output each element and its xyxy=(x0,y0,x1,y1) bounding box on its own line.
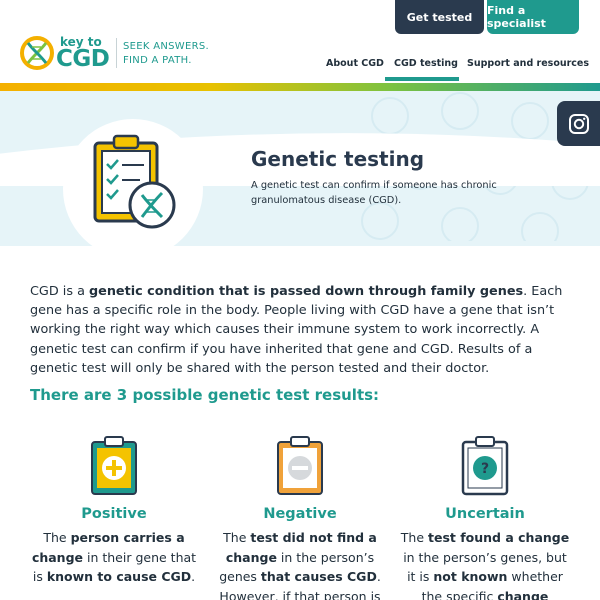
result-positive: Positive The person carries a change in … xyxy=(29,436,199,587)
logo-text-cgd: CGD xyxy=(56,46,110,72)
tagline: SEEK ANSWERS. FIND A PATH. xyxy=(123,40,209,68)
instagram-button[interactable] xyxy=(557,101,600,146)
result-description: The test did not find a change in the pe… xyxy=(215,528,385,600)
find-specialist-button[interactable]: Find a specialist xyxy=(487,0,579,34)
desc-part: The xyxy=(43,530,71,545)
tagline-line1: SEEK ANSWERS. xyxy=(123,41,209,52)
question-clipboard-icon: ? xyxy=(461,436,509,496)
desc-part: . xyxy=(191,569,196,584)
instagram-icon xyxy=(568,113,589,134)
desc-bold: test found a change xyxy=(428,530,570,545)
desc-bold: not known xyxy=(433,569,508,584)
nav-about-cgd[interactable]: About CGD xyxy=(326,58,384,69)
result-uncertain: ? Uncertain The test found a change in t… xyxy=(400,436,570,600)
page-subtitle: A genetic test can confirm if someone ha… xyxy=(251,180,497,206)
results-heading: There are 3 possible genetic test result… xyxy=(30,386,380,404)
intro-text-1: CGD is a xyxy=(30,284,89,299)
svg-text:?: ? xyxy=(481,461,489,477)
gradient-bar xyxy=(0,83,600,91)
nav-support-resources[interactable]: Support and resources xyxy=(467,58,589,69)
result-description: The person carries a change in their gen… xyxy=(29,528,199,587)
desc-part: The xyxy=(400,530,429,545)
page-title: Genetic testing xyxy=(251,147,425,171)
nav-cgd-testing[interactable]: CGD testing xyxy=(394,58,458,69)
desc-bold: that causes CGD xyxy=(260,569,377,584)
result-negative: Negative The test did not find a change … xyxy=(215,436,385,600)
result-title: Positive xyxy=(81,506,147,522)
desc-bold: known to cause CGD xyxy=(46,569,192,584)
clipboard-dna-icon xyxy=(93,134,176,229)
tagline-line2: FIND A PATH. xyxy=(123,55,192,66)
result-title: Negative xyxy=(263,506,337,522)
get-tested-button[interactable]: Get tested xyxy=(395,0,484,34)
plus-clipboard-icon xyxy=(91,436,137,495)
intro-paragraph: CGD is a genetic condition that is passe… xyxy=(30,282,570,378)
result-title: Uncertain xyxy=(445,506,525,522)
intro-text-bold: genetic condition that is passed down th… xyxy=(88,284,524,299)
desc-part: The xyxy=(223,530,251,545)
result-description: The test found a change in the person’s … xyxy=(400,528,570,600)
minus-clipboard-icon xyxy=(277,436,323,495)
logo-divider xyxy=(116,38,117,68)
active-nav-indicator xyxy=(385,77,459,81)
